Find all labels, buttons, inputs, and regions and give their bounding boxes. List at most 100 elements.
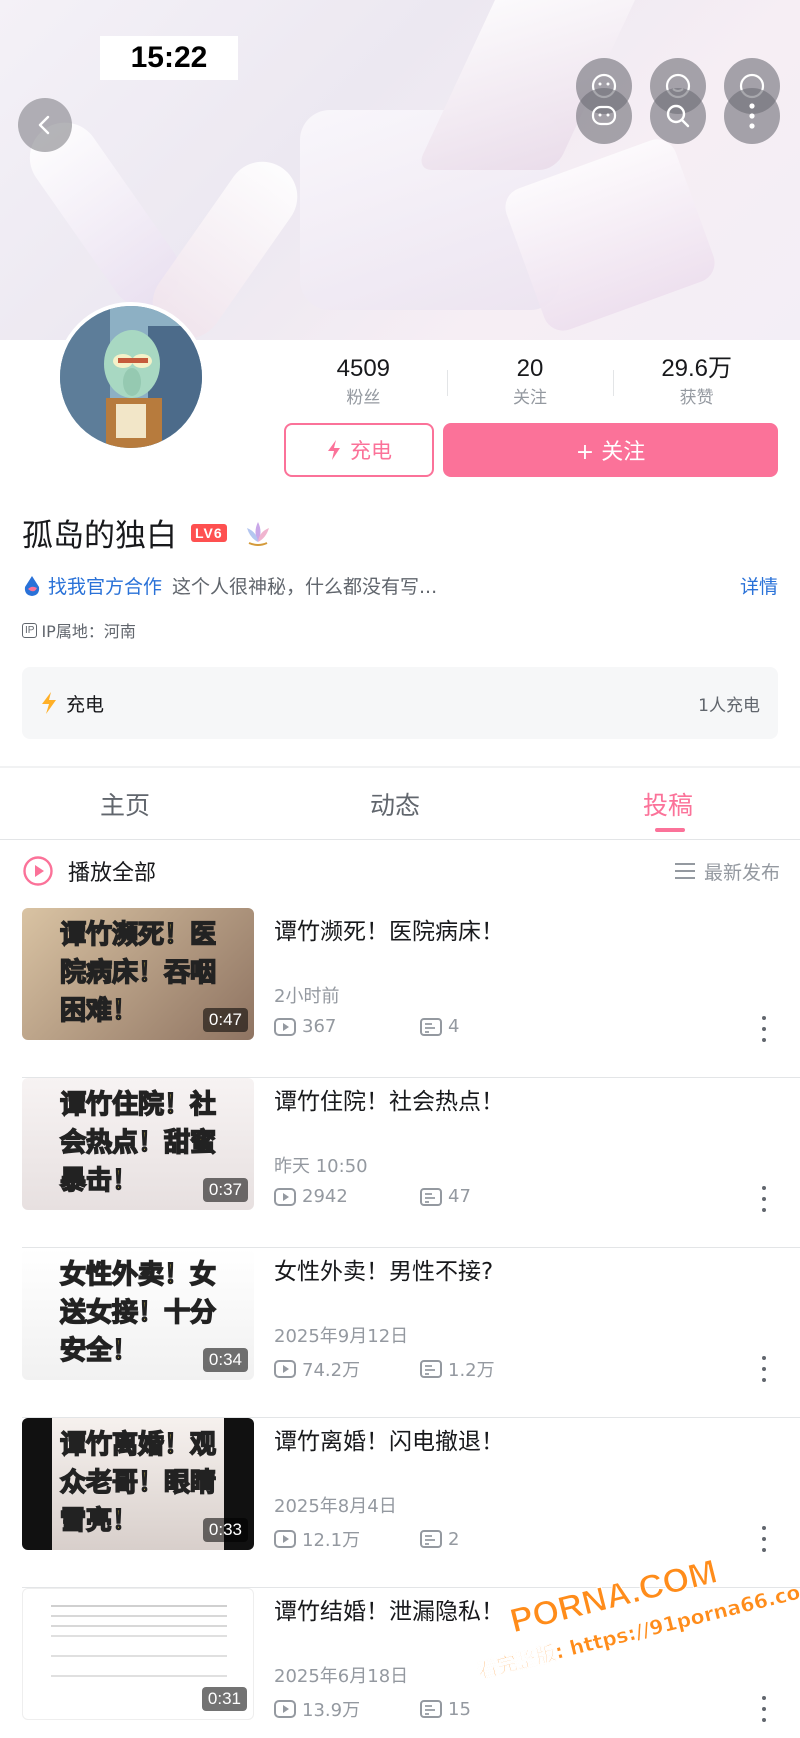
bio-text: 这个人很神秘，什么都没有写... <box>172 576 438 598</box>
danmaku-icon <box>420 1017 442 1036</box>
video-date: 2025年8月4日 <box>274 1496 397 1517</box>
emoji-icon[interactable] <box>576 88 632 144</box>
comment-count: 4 <box>420 1016 459 1037</box>
list-header: 播放全部 最新发布 <box>22 851 780 891</box>
video-date: 昨天 10:50 <box>274 1156 368 1177</box>
video-title[interactable]: 女性外卖！男性不接? <box>274 1252 493 1286</box>
charge-button[interactable]: 充电 <box>284 423 434 477</box>
video-date: 2小时前 <box>274 986 340 1007</box>
thumbnail-document-lines <box>51 1605 227 1607</box>
more-options-icon[interactable] <box>760 1696 768 1722</box>
active-tab-indicator <box>655 828 685 832</box>
more-options-icon[interactable] <box>760 1016 768 1042</box>
video-item[interactable]: 谭竹离婚！观众老哥！眼睛雪亮！ 0:33 谭竹离婚！闪电撤退！ 2025年8月4… <box>0 1418 800 1588</box>
video-thumbnail[interactable]: 谭竹濒死！医院病床！吞咽困难！ 0:47 <box>22 908 254 1040</box>
play-count-icon <box>274 1017 296 1036</box>
more-options-icon[interactable] <box>760 1186 768 1212</box>
follow-button[interactable]: + 关注 <box>443 423 778 477</box>
video-meta: 367 4 <box>274 1016 459 1037</box>
view-count: 2942 <box>274 1186 420 1207</box>
video-title[interactable]: 谭竹离婚！闪电撤退！ <box>274 1422 504 1456</box>
charge-card[interactable]: 充电 1人充电 <box>22 667 778 739</box>
sort-label: 最新发布 <box>703 861 780 884</box>
video-duration: 0:31 <box>201 1687 247 1711</box>
comment-count: 47 <box>420 1186 471 1207</box>
video-duration: 0:47 <box>202 1008 248 1032</box>
video-item[interactable]: 女性外卖！女送女接！十分安全！ 0:34 女性外卖！男性不接? 2025年9月1… <box>0 1248 800 1418</box>
stat-value: 29.6万 <box>661 355 733 382</box>
lightning-icon <box>328 440 340 460</box>
tab-uploads[interactable]: 投稿 <box>643 786 693 822</box>
danmaku-icon <box>420 1187 442 1206</box>
video-meta: 2942 47 <box>274 1186 471 1207</box>
video-meta: 12.1万 2 <box>274 1526 459 1552</box>
profile-tabs: 主页 动态 投稿 <box>0 770 800 840</box>
charge-button-label: 充电 <box>350 439 392 463</box>
tab-home[interactable]: 主页 <box>100 786 150 822</box>
view-count: 13.9万 <box>274 1696 420 1722</box>
bio-detail-link[interactable]: 详情 <box>740 572 778 599</box>
more-options-icon[interactable] <box>760 1526 768 1552</box>
level-badge: LV6 <box>191 523 227 542</box>
section-divider <box>0 766 800 768</box>
video-title[interactable]: 谭竹结婚！泄漏隐私！ <box>274 1592 504 1626</box>
tab-dynamics[interactable]: 动态 <box>370 786 420 822</box>
video-duration: 0:37 <box>202 1178 248 1202</box>
comment-count: 1.2万 <box>420 1356 495 1382</box>
play-count-icon <box>274 1187 296 1206</box>
video-duration: 0:34 <box>202 1348 248 1372</box>
more-options-icon[interactable] <box>760 1356 768 1382</box>
video-duration: 0:33 <box>202 1518 248 1542</box>
video-item[interactable]: 谭竹住院！社会热点！甜蜜暴击！ 0:37 谭竹住院！社会热点！ 昨天 10:50… <box>0 1078 800 1248</box>
bio-row: 找我官方合作 这个人很神秘，什么都没有写... 详情 <box>22 572 782 599</box>
danmaku-icon <box>420 1700 442 1718</box>
play-all-button[interactable]: 播放全部 <box>68 855 156 887</box>
comment-count: 2 <box>420 1529 459 1550</box>
status-bar-time: 15:22 <box>100 36 238 80</box>
video-thumbnail[interactable]: 谭竹住院！社会热点！甜蜜暴击！ 0:37 <box>22 1078 254 1210</box>
charge-count: 1人充电 <box>698 695 760 716</box>
video-thumbnail[interactable]: 0:31 <box>22 1588 254 1720</box>
official-collab-link[interactable]: 找我官方合作 <box>48 572 162 599</box>
lotus-badge-icon[interactable] <box>241 518 275 548</box>
search-icon[interactable] <box>650 88 706 144</box>
danmaku-icon <box>420 1360 442 1378</box>
play-circle-icon[interactable] <box>22 855 54 887</box>
sort-selector[interactable]: 最新发布 <box>674 858 780 885</box>
more-vertical-icon[interactable] <box>724 88 780 144</box>
stat-followers[interactable]: 4509 粉丝 <box>280 352 447 412</box>
video-date: 2025年9月12日 <box>274 1326 409 1347</box>
video-date: 2025年6月18日 <box>274 1666 409 1687</box>
ip-location-row: IP IP属地：河南 <box>22 618 136 642</box>
view-count: 367 <box>274 1016 420 1037</box>
stat-likes[interactable]: 29.6万 获赞 <box>613 352 780 412</box>
view-count: 12.1万 <box>274 1526 420 1552</box>
ip-location: IP属地：河南 <box>41 622 136 641</box>
back-button[interactable] <box>18 98 72 152</box>
video-thumbnail[interactable]: 谭竹离婚！观众老哥！眼睛雪亮！ 0:33 <box>22 1418 254 1550</box>
chevron-left-icon <box>38 115 50 135</box>
comment-count: 15 <box>420 1699 471 1720</box>
username: 孤岛的独白 <box>22 518 177 554</box>
play-count-icon <box>274 1700 296 1718</box>
video-title[interactable]: 谭竹濒死！医院病床！ <box>274 912 504 946</box>
profile-stats: 4509 粉丝 20 关注 29.6万 获赞 <box>280 352 780 412</box>
stat-following[interactable]: 20 关注 <box>446 352 614 412</box>
stat-value: 20 <box>516 355 544 382</box>
video-thumbnail[interactable]: 女性外卖！女送女接！十分安全！ 0:34 <box>22 1248 254 1380</box>
stat-label: 获赞 <box>679 388 714 408</box>
stat-value: 4509 <box>336 355 391 382</box>
partner-logo-icon <box>24 575 40 596</box>
avatar[interactable] <box>56 302 206 452</box>
video-meta: 74.2万 1.2万 <box>274 1356 495 1382</box>
video-item[interactable]: 谭竹濒死！医院病床！吞咽困难！ 0:47 谭竹濒死！医院病床！ 2小时前 367… <box>0 908 800 1078</box>
charge-card-label: 充电 <box>66 693 105 716</box>
username-row: 孤岛的独白 LV6 <box>22 510 275 555</box>
view-count: 74.2万 <box>274 1356 420 1382</box>
ip-icon: IP <box>22 622 38 638</box>
video-title[interactable]: 谭竹住院！社会热点！ <box>274 1082 504 1116</box>
list-icon <box>674 863 695 879</box>
stat-label: 粉丝 <box>346 388 381 408</box>
danmaku-icon <box>420 1530 442 1548</box>
video-item[interactable]: 0:31 谭竹结婚！泄漏隐私！ 2025年6月18日 13.9万 15 <box>0 1588 800 1738</box>
